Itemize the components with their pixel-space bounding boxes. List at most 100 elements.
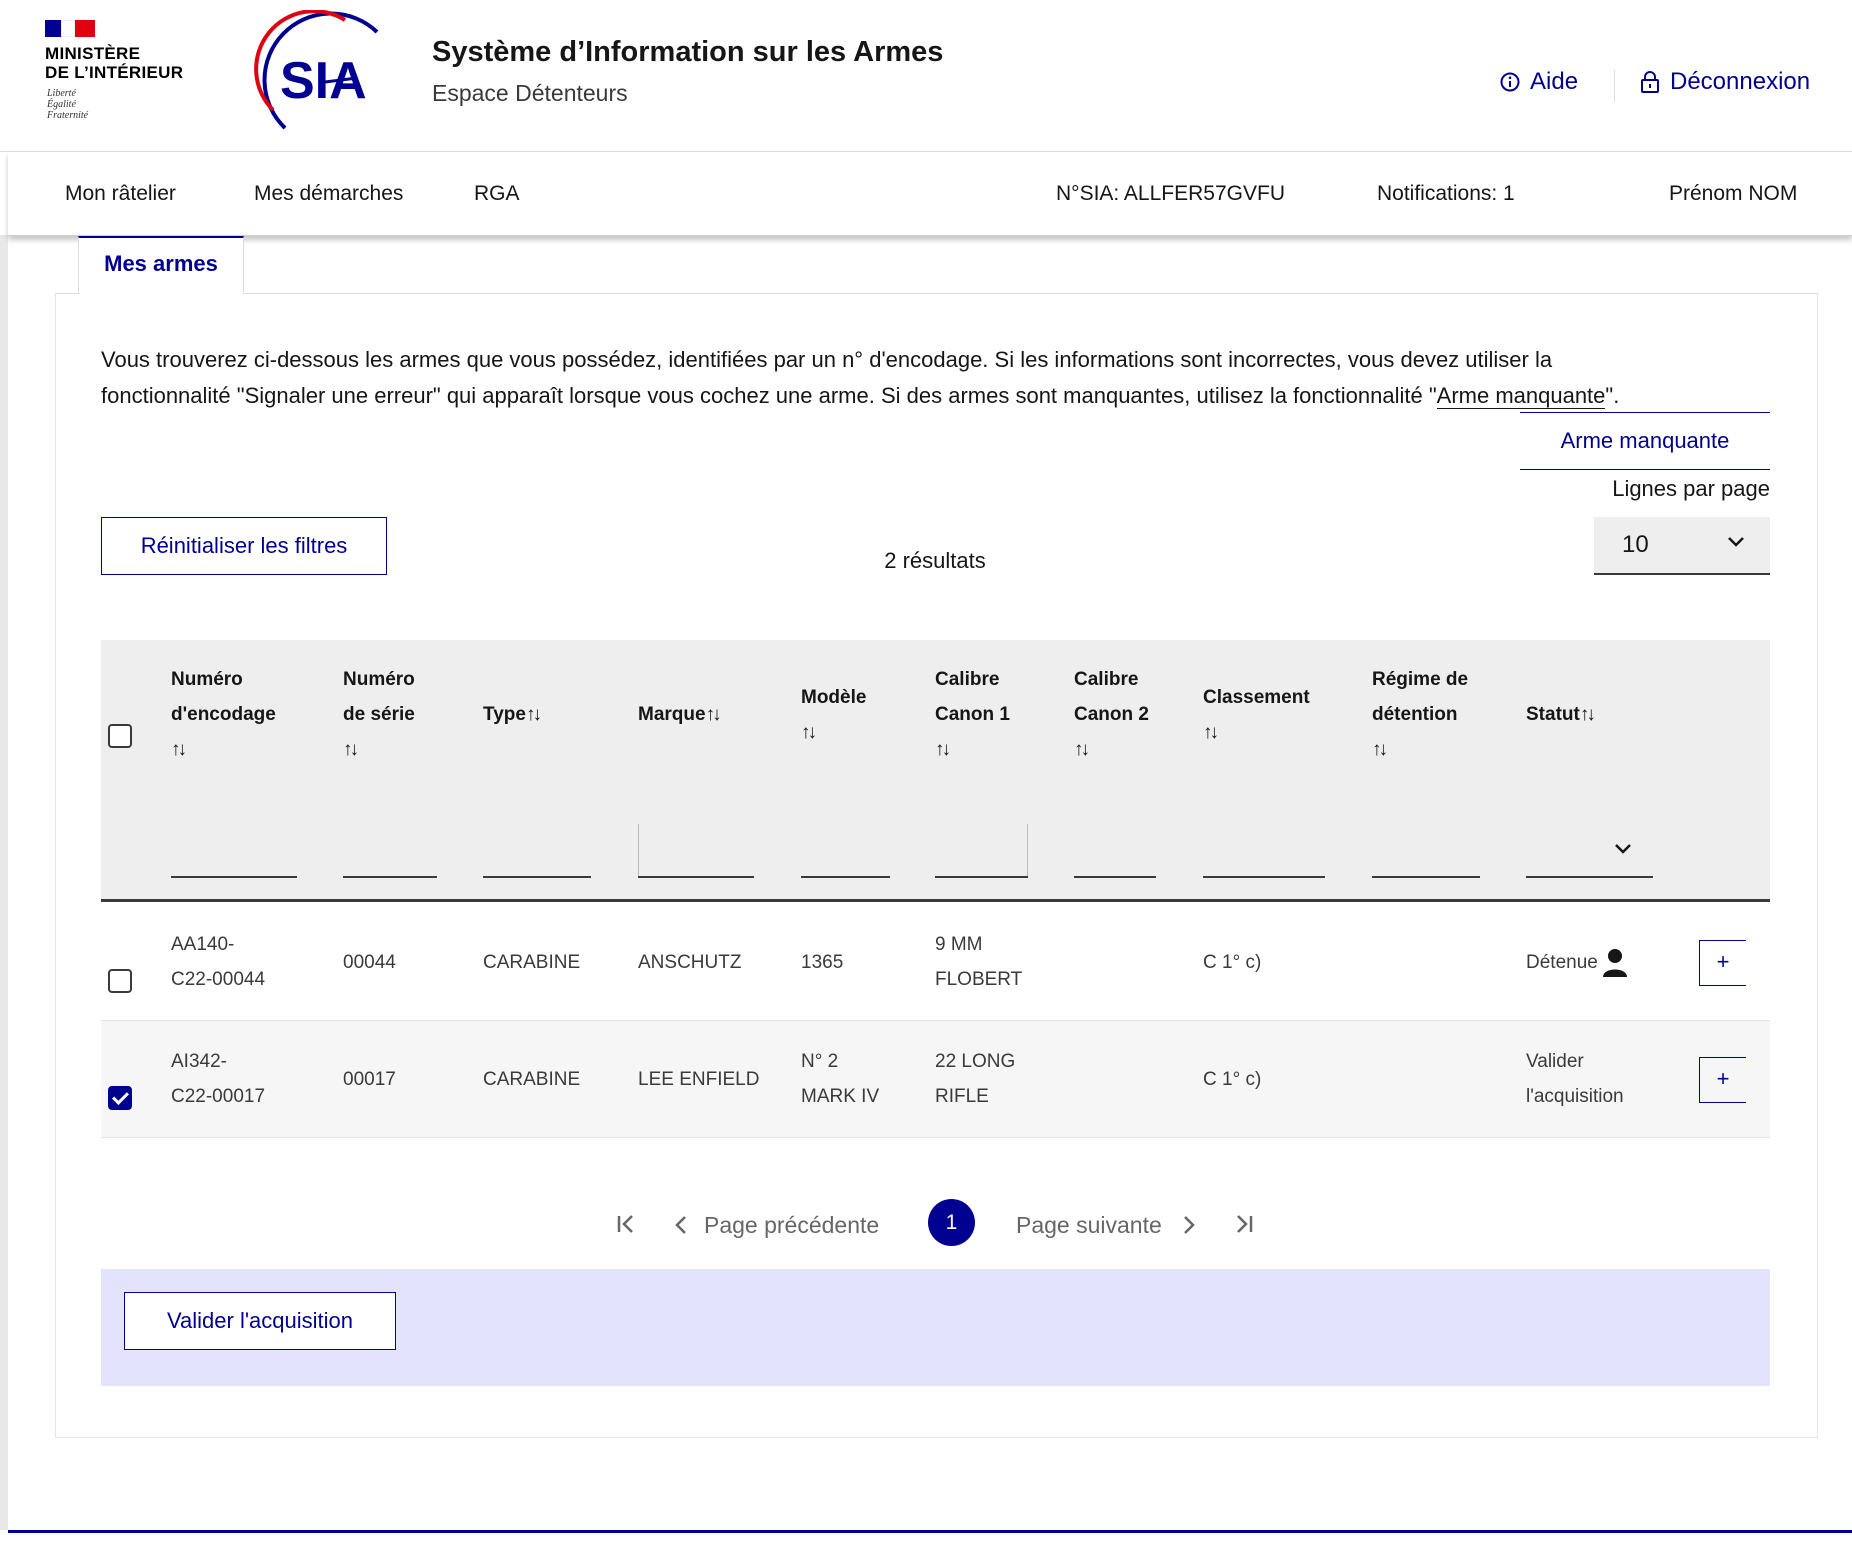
cell-statut-line1: Valider	[1526, 1051, 1584, 1072]
cell-modele-line1: N° 2	[801, 1051, 839, 1072]
ministry-line-1: MINISTÈRE	[45, 44, 141, 63]
filter-modele-input[interactable]	[801, 876, 890, 878]
table-row[interactable]: AI342- C22-00017 00017 CARABINE LEE ENFI…	[101, 1021, 1770, 1138]
sort-icon[interactable]: ↑↓	[1580, 704, 1596, 725]
col-type-label: Type	[483, 704, 526, 725]
col-calibre-2[interactable]: Calibre Canon 2 ↑↓	[1074, 662, 1149, 767]
col-calibre-1[interactable]: Calibre Canon 1 ↑↓	[935, 662, 1010, 767]
reset-filters-button[interactable]: Réinitialiser les filtres	[101, 517, 387, 575]
last-page-icon[interactable]	[1232, 1212, 1256, 1236]
cell-classement: C 1° c)	[1203, 952, 1262, 973]
sort-icon[interactable]: ↑↓	[706, 704, 722, 725]
cell-encodage-line1: AA140-	[171, 934, 235, 955]
sort-icon[interactable]: ↑↓	[1074, 732, 1149, 767]
tabs-divider	[55, 293, 1818, 294]
intro-line-2: fonctionnalité "Signaler une erreur" qui…	[101, 378, 1781, 414]
col-serie[interactable]: Numéro de série ↑↓	[343, 662, 415, 767]
next-page-link[interactable]: Page suivante	[1016, 1200, 1198, 1250]
sort-icon[interactable]: ↑↓	[171, 732, 276, 767]
cell-statut: Valider l'acquisition	[1526, 1044, 1624, 1114]
nav-item-ratelier[interactable]: Mon râtelier	[65, 182, 176, 206]
row-expand-button[interactable]: +	[1699, 940, 1746, 986]
filter-marque-input[interactable]	[638, 876, 754, 878]
inline-missing-weapon-link[interactable]: Arme manquante	[1436, 383, 1606, 409]
notifications-link[interactable]: Notifications: 1	[1377, 182, 1515, 206]
filter-classement-input[interactable]	[1203, 876, 1325, 878]
ministry-name: MINISTÈRE DE L’INTÉRIEUR	[45, 44, 183, 82]
cell-encodage: AA140- C22-00044	[171, 927, 265, 997]
col-regime[interactable]: Régime de détention ↑↓	[1372, 662, 1468, 767]
person-icon	[1602, 948, 1627, 977]
chevron-down-icon[interactable]	[1613, 842, 1633, 856]
col-regime-line1: Régime de	[1372, 669, 1469, 690]
sort-icon[interactable]: ↑↓	[801, 715, 866, 750]
left-rail	[0, 235, 8, 1530]
col-marque-label: Marque	[638, 704, 706, 725]
filter-calibre-1-border	[1027, 824, 1028, 878]
page-number-current[interactable]: 1	[928, 1199, 975, 1246]
col-encodage-line2: d'encodage	[171, 704, 276, 725]
missing-weapon-button[interactable]: Arme manquante	[1520, 412, 1770, 470]
cell-calibre-1-line1: 22 LONG	[935, 1051, 1016, 1072]
tab-mes-armes[interactable]: Mes armes	[78, 236, 244, 294]
row-checkbox[interactable]	[108, 1086, 132, 1110]
results-count: 2 résultats	[884, 548, 986, 573]
sort-icon[interactable]: ↑↓	[526, 704, 542, 725]
col-marque[interactable]: Marque↑↓	[638, 697, 722, 732]
col-calibre-2-line1: Calibre	[1074, 669, 1139, 690]
help-link[interactable]: Aide	[1500, 68, 1578, 96]
filter-calibre-2-input[interactable]	[1074, 876, 1156, 878]
cell-marque: LEE ENFIELD	[638, 1069, 760, 1090]
main-nav: Mon râtelier Mes démarches RGA N°SIA: AL…	[8, 152, 1852, 236]
table-header: Numéro d'encodage ↑↓ Numéro de série ↑↓ …	[101, 640, 1770, 902]
table-row[interactable]: AA140- C22-00044 00044 CARABINE ANSCHUTZ…	[101, 904, 1770, 1021]
logout-link[interactable]: Déconnexion	[1640, 68, 1810, 96]
intro-line-2-start: fonctionnalité "Signaler une erreur" qui…	[101, 383, 1437, 408]
col-statut-label: Statut	[1526, 704, 1580, 725]
sort-icon[interactable]: ↑↓	[1203, 715, 1310, 750]
intro-line-2-end: ".	[1605, 383, 1620, 408]
marianne-flag-icon	[45, 20, 95, 37]
cell-modele: N° 2 MARK IV	[801, 1044, 879, 1114]
filter-calibre-1-input[interactable]	[935, 876, 1028, 878]
row-checkbox[interactable]	[108, 969, 132, 993]
filter-type-input[interactable]	[483, 876, 591, 878]
cell-encodage: AI342- C22-00017	[171, 1044, 265, 1114]
col-serie-line2: de série	[343, 704, 415, 725]
row-expand-button[interactable]: +	[1699, 1057, 1746, 1103]
col-statut[interactable]: Statut↑↓	[1526, 697, 1596, 732]
cell-calibre-1-line2: RIFLE	[935, 1086, 989, 1107]
lines-per-page-label: Lignes par page	[1612, 476, 1770, 501]
filter-regime-input[interactable]	[1372, 876, 1480, 878]
chevron-left-icon	[675, 1216, 686, 1234]
sia-logo: SIA	[254, 10, 379, 130]
motto-egalite: Égalité	[47, 99, 76, 110]
validate-acquisition-button[interactable]: Valider l'acquisition	[124, 1292, 396, 1350]
app-subtitle: Espace Détenteurs	[432, 80, 628, 106]
cell-calibre-1: 9 MM FLOBERT	[935, 927, 1022, 997]
sort-icon[interactable]: ↑↓	[343, 732, 415, 767]
col-modele[interactable]: Modèle ↑↓	[801, 680, 866, 750]
sort-icon[interactable]: ↑↓	[1372, 732, 1468, 767]
cell-type: CARABINE	[483, 952, 581, 973]
nav-item-rga[interactable]: RGA	[474, 182, 520, 206]
first-page-icon[interactable]	[614, 1212, 638, 1236]
col-type[interactable]: Type↑↓	[483, 697, 542, 732]
filter-encodage-input[interactable]	[171, 876, 297, 878]
previous-page-link[interactable]: Page précédente	[672, 1200, 879, 1250]
cell-modele: 1365	[801, 952, 844, 973]
col-classement[interactable]: Classement ↑↓	[1203, 680, 1310, 750]
sort-icon[interactable]: ↑↓	[935, 732, 1010, 767]
col-calibre-2-line2: Canon 2	[1074, 704, 1149, 725]
nav-item-demarches[interactable]: Mes démarches	[254, 182, 403, 206]
filter-marque-border	[638, 824, 639, 878]
user-name[interactable]: Prénom NOM	[1669, 182, 1797, 206]
select-all-checkbox[interactable]	[108, 724, 132, 748]
filter-serie-input[interactable]	[343, 876, 437, 878]
col-encodage[interactable]: Numéro d'encodage ↑↓	[171, 662, 276, 767]
filter-statut-select[interactable]	[1526, 876, 1653, 878]
col-encodage-line1: Numéro	[171, 669, 243, 690]
lines-per-page-select[interactable]: 10	[1594, 517, 1770, 575]
cell-type: CARABINE	[483, 1069, 581, 1090]
next-page-label: Page suivante	[1016, 1211, 1162, 1238]
